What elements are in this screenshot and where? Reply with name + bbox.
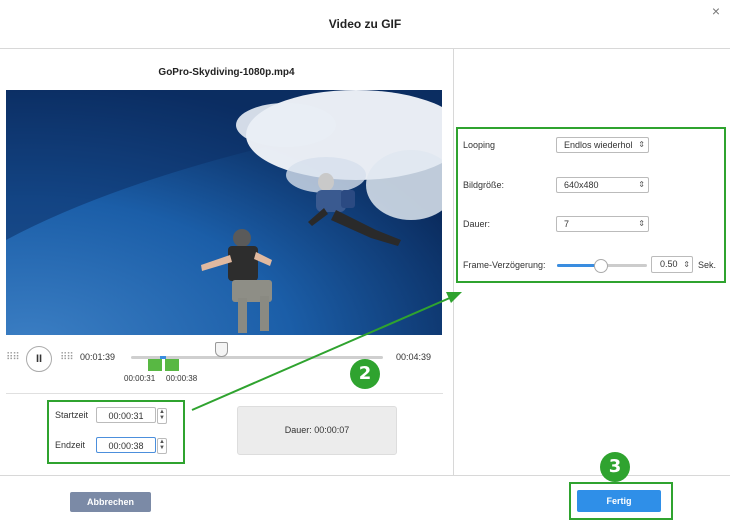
size-value: 640x480	[564, 180, 599, 190]
stepper-icon[interactable]: ⇕	[683, 257, 690, 272]
delay-value: 0.50	[660, 259, 678, 269]
looping-value: Endlos wiederhol	[564, 140, 633, 150]
step-badge-3: 3	[600, 452, 630, 482]
delay-input[interactable]: 0.50 ⇕	[651, 256, 693, 273]
settings-duration-label: Dauer:	[463, 219, 491, 229]
settings-duration-input[interactable]: 7 ⇕	[556, 216, 649, 232]
delay-slider-knob[interactable]	[594, 259, 608, 273]
looping-select[interactable]: Endlos wiederhol ⇕	[556, 137, 649, 153]
chevron-updown-icon: ⇕	[638, 140, 645, 149]
done-button[interactable]: Fertig	[577, 490, 661, 512]
size-label: Bildgröße:	[463, 180, 505, 190]
size-select[interactable]: 640x480 ⇕	[556, 177, 649, 193]
looping-label: Looping	[463, 140, 496, 150]
cancel-button[interactable]: Abbrechen	[70, 492, 151, 512]
settings-duration-value: 7	[564, 219, 570, 229]
stepper-icon[interactable]: ⇕	[638, 217, 645, 231]
delay-label: Frame-Verzögerung:	[463, 260, 546, 270]
step-badge-2: 2	[350, 359, 380, 389]
delay-unit: Sek.	[698, 260, 717, 270]
chevron-updown-icon: ⇕	[638, 180, 645, 189]
